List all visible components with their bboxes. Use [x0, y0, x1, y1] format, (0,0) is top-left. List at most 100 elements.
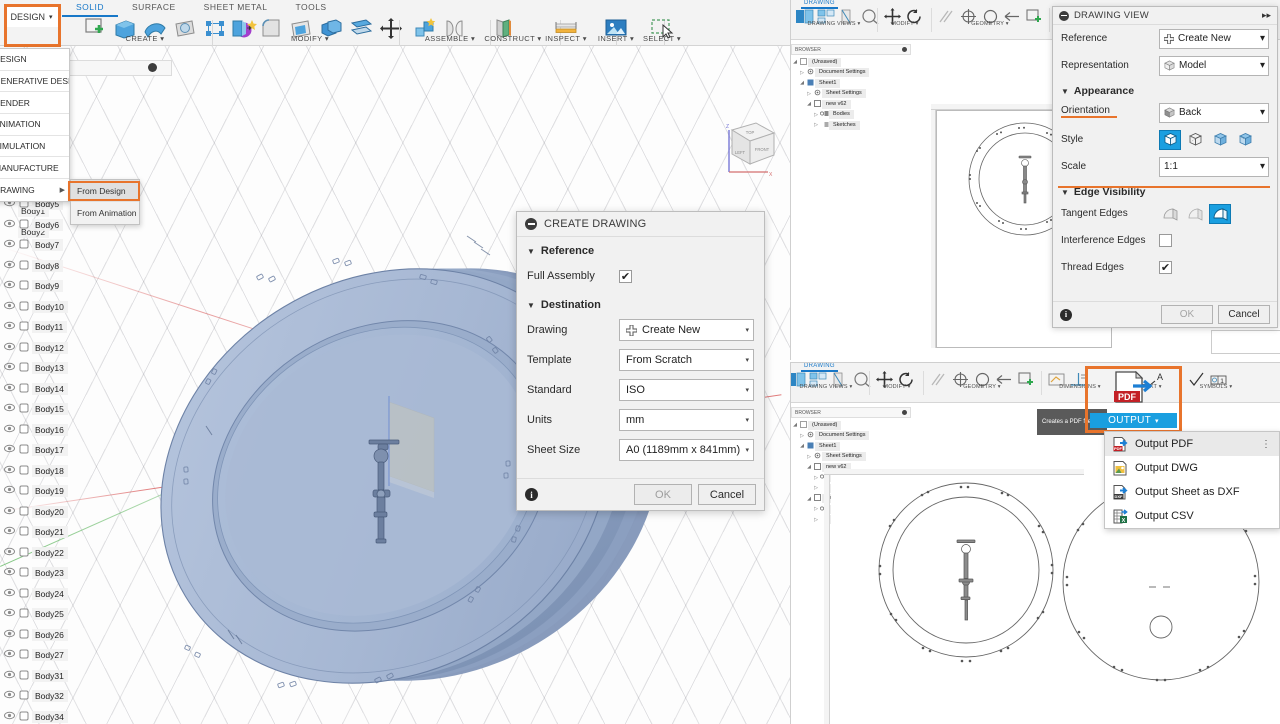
ribbon-group-modify-label[interactable]: MODIFY ▾ [226, 34, 394, 43]
info-icon[interactable]: i [525, 488, 538, 501]
expand-triangle-icon[interactable]: ◢ [805, 496, 813, 502]
visibility-eye-icon[interactable] [2, 649, 16, 661]
list-item[interactable]: Body14 [0, 379, 100, 400]
visibility-eye-icon[interactable] [2, 219, 16, 231]
expand-triangle-icon[interactable]: ▷ [812, 485, 820, 491]
modify-label-bottom[interactable]: MODIFY ▾ [873, 384, 921, 390]
modify-label-top[interactable]: MODIFY ▾ [881, 21, 929, 27]
menu-item-output-sheet-as-dxf[interactable]: DXF Output Sheet as DXF [1105, 480, 1279, 504]
browser-collapse-icon[interactable] [148, 63, 157, 72]
expand-triangle-icon[interactable]: ◢ [805, 464, 813, 470]
tree-row[interactable]: ▷ Document Settings [791, 431, 911, 442]
tab-solid[interactable]: SOLID [62, 1, 119, 17]
visibility-eye-icon[interactable] [2, 444, 16, 456]
list-item[interactable]: Body31 [0, 666, 100, 687]
list-item[interactable]: Body21 [0, 522, 100, 543]
visibility-eye-icon[interactable] [2, 485, 16, 497]
list-item[interactable]: Body17 [0, 440, 100, 461]
visibility-eye-icon[interactable] [2, 711, 16, 723]
standard-select[interactable]: ISO ▾ [619, 379, 754, 401]
output-button-bar[interactable]: OUTPUT ▾ [1090, 413, 1177, 428]
section-destination[interactable]: ▼ Destination [517, 291, 764, 315]
expand-triangle-icon[interactable]: ▷ [812, 112, 820, 118]
menu-item-from-animation[interactable]: From Animation [71, 202, 139, 224]
interference-edges-checkbox[interactable] [1159, 234, 1172, 247]
visibility-eye-icon[interactable] [2, 362, 16, 374]
expand-triangle-icon[interactable]: ▷ [812, 122, 820, 128]
visibility-eye-icon[interactable] [2, 526, 16, 538]
drawing-views-label-bottom[interactable]: DRAWING VIEWS ▾ [791, 384, 867, 390]
expand-triangle-icon[interactable]: ▷ [805, 454, 813, 460]
section-reference[interactable]: ▼ Reference [517, 237, 764, 261]
style-option-shaded[interactable] [1159, 129, 1181, 150]
dv-representation-select[interactable]: Model ▾ [1159, 55, 1269, 76]
browser-collapse-icon[interactable] [902, 410, 907, 415]
list-item[interactable]: Body27 [0, 645, 100, 666]
list-item[interactable]: Body15 [0, 399, 100, 420]
visibility-eye-icon[interactable] [2, 383, 16, 395]
list-item[interactable]: Body7 [0, 235, 100, 256]
menu-item-output-csv[interactable]: X Output CSV [1105, 504, 1279, 528]
list-item[interactable]: Body34 [0, 707, 100, 724]
visibility-eye-icon[interactable] [2, 424, 16, 436]
visibility-eye-icon[interactable] [2, 403, 16, 415]
tree-row[interactable]: ◢ Sheet1 [791, 441, 911, 452]
dv-section-appearance[interactable]: ▼ Appearance [1053, 79, 1277, 99]
dv-reference-select[interactable]: Create New ▾ [1159, 28, 1269, 49]
list-item[interactable]: Body18 [0, 461, 100, 482]
style-option-visible-edges[interactable] [1209, 130, 1231, 150]
visibility-eye-icon[interactable] [2, 547, 16, 559]
ribbon-group-select-label[interactable]: SELECT ▾ [612, 34, 712, 43]
list-item[interactable]: Body20 [0, 502, 100, 523]
tree-row[interactable]: ▷ Sheet Settings [791, 89, 911, 100]
geometry-label-top[interactable]: GEOMETRY ▾ [935, 21, 1045, 27]
expand-triangle-icon[interactable]: ▷ [812, 475, 820, 481]
menu-item-simulation[interactable]: SIMULATION [0, 136, 69, 158]
dv-cancel-button[interactable]: Cancel [1218, 305, 1270, 324]
menu-item-animation[interactable]: ANIMATION [0, 114, 69, 136]
list-item[interactable]: Body10 [0, 297, 100, 318]
visibility-eye-icon[interactable] [2, 629, 16, 641]
dv-section-edge-visibility[interactable]: ▼ Edge Visibility [1053, 180, 1277, 200]
sheet-size-select[interactable]: A0 (1189mm x 841mm) ▾ [619, 439, 754, 461]
list-item[interactable]: Body23 [0, 563, 100, 584]
visibility-eye-icon[interactable] [2, 239, 16, 251]
tree-row[interactable]: ▷ Bodies [791, 110, 911, 121]
workspace-switch-button[interactable]: DESIGN ▾ [4, 6, 59, 27]
list-item[interactable]: Body16 [0, 420, 100, 441]
tangent-edges-off-icon[interactable] [1159, 204, 1181, 224]
expand-triangle-icon[interactable]: ▷ [798, 70, 806, 76]
tree-row[interactable]: ◢ Sheet1 [791, 78, 911, 89]
visibility-eye-icon[interactable] [2, 280, 16, 292]
expand-triangle-icon[interactable]: ▷ [812, 517, 820, 523]
ribbon-group-create-label[interactable]: CREATE ▾ [80, 34, 210, 43]
geometry-label-bottom[interactable]: GEOMETRY ▾ [927, 384, 1037, 390]
menu-item-design[interactable]: DESIGN [0, 49, 69, 71]
visibility-eye-icon[interactable] [2, 465, 16, 477]
list-item[interactable]: Body11 [0, 317, 100, 338]
style-option-wireframe[interactable] [1184, 130, 1206, 150]
tree-row[interactable]: ▷ Sheet Settings [791, 452, 911, 463]
expand-triangle-icon[interactable]: ◢ [805, 101, 813, 107]
ok-button[interactable]: OK [634, 484, 692, 505]
dv-orientation-select[interactable]: Back ▾ [1159, 102, 1269, 123]
visibility-eye-icon[interactable] [2, 260, 16, 272]
visibility-eye-icon[interactable] [2, 567, 16, 579]
template-select[interactable]: From Scratch ▾ [619, 349, 754, 371]
expand-triangle-icon[interactable]: ▷ [805, 91, 813, 97]
visibility-eye-icon[interactable] [2, 608, 16, 620]
thread-edges-checkbox[interactable]: ✔ [1159, 261, 1172, 274]
tangent-edges-on-icon[interactable] [1209, 203, 1231, 224]
list-item[interactable]: Body9 [0, 276, 100, 297]
dv-collapse-icon[interactable] [1059, 10, 1069, 21]
tree-row[interactable]: ◢ (Unsaved) [791, 57, 911, 68]
info-icon[interactable]: i [1060, 308, 1072, 321]
list-item[interactable]: Body19 [0, 481, 100, 502]
browser-search-bar[interactable] [62, 60, 172, 76]
menu-item-manufacture[interactable]: MANUFACTURE [0, 157, 69, 180]
list-item[interactable]: Body26 [0, 625, 100, 646]
tree-row[interactable]: ▷ Document Settings [791, 68, 911, 79]
list-item[interactable]: Body22 [0, 543, 100, 564]
tree-row[interactable]: ◢ (Unsaved) [791, 420, 911, 431]
tree-row[interactable]: ◢ new v62 [791, 99, 911, 110]
